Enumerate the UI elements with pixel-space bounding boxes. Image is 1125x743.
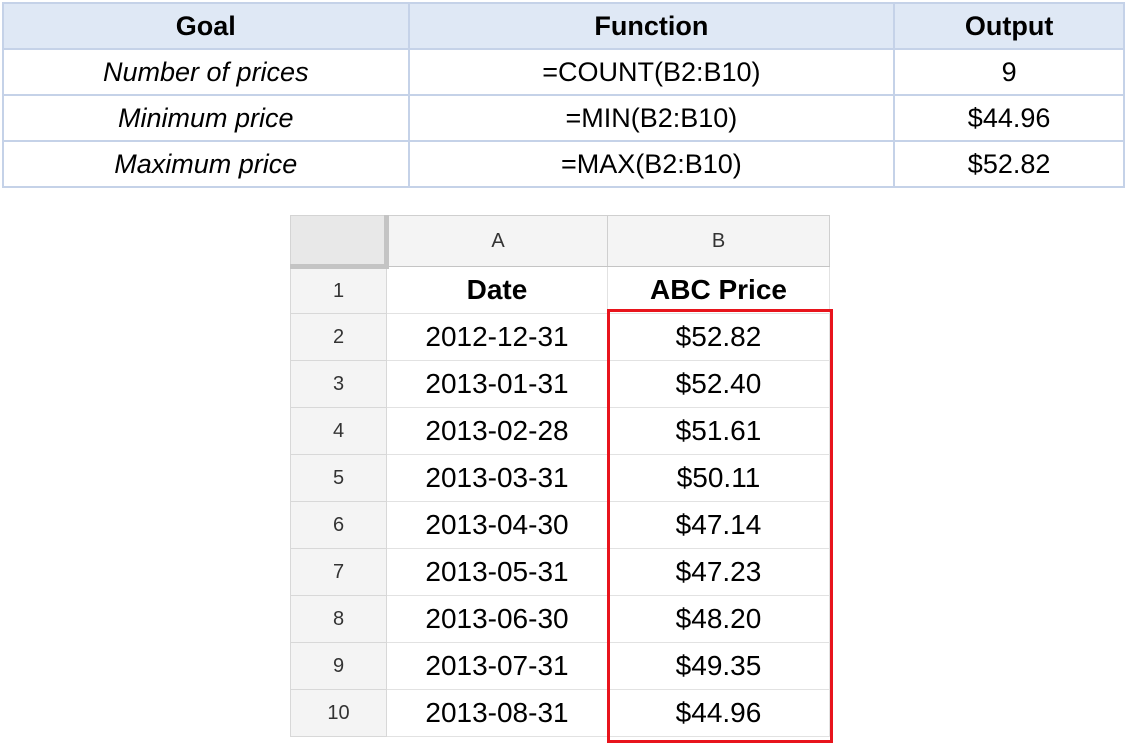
summary-goal-cell: Number of prices bbox=[2, 48, 410, 96]
date-cell[interactable]: 2012-12-31 bbox=[386, 313, 608, 361]
column-header-a[interactable]: A bbox=[386, 215, 608, 267]
column-header-row: A B bbox=[290, 215, 830, 269]
date-cell[interactable]: 2013-05-31 bbox=[386, 548, 608, 596]
summary-header-goal: Goal bbox=[2, 2, 410, 50]
summary-header-output: Output bbox=[893, 2, 1125, 50]
sheet-row: 3 2013-01-31 $52.40 bbox=[290, 360, 830, 408]
price-cell[interactable]: $48.20 bbox=[607, 595, 830, 643]
price-cell[interactable]: $52.40 bbox=[607, 360, 830, 408]
row-header[interactable]: 8 bbox=[290, 595, 387, 643]
cell-b1[interactable]: ABC Price bbox=[607, 266, 830, 314]
sheet-row: 6 2013-04-30 $47.14 bbox=[290, 501, 830, 549]
sheet-row: 7 2013-05-31 $47.23 bbox=[290, 548, 830, 596]
summary-function-cell: =MIN(B2:B10) bbox=[407, 94, 896, 142]
column-header-b[interactable]: B bbox=[607, 215, 830, 267]
date-cell[interactable]: 2013-01-31 bbox=[386, 360, 608, 408]
date-cell[interactable]: 2013-06-30 bbox=[386, 595, 608, 643]
select-all-corner[interactable] bbox=[290, 215, 389, 269]
summary-function-cell: =COUNT(B2:B10) bbox=[407, 48, 896, 96]
price-cell[interactable]: $50.11 bbox=[607, 454, 830, 502]
row-header[interactable]: 7 bbox=[290, 548, 387, 596]
spreadsheet-grid: A B 1 Date ABC Price 2 2012-12-31 $52.82… bbox=[290, 215, 830, 737]
price-cell[interactable]: $52.82 bbox=[607, 313, 830, 361]
sheet-row: 10 2013-08-31 $44.96 bbox=[290, 689, 830, 737]
summary-output-cell: $52.82 bbox=[893, 140, 1125, 188]
summary-row: Minimum price =MIN(B2:B10) $44.96 bbox=[2, 94, 1125, 142]
summary-header-function: Function bbox=[407, 2, 896, 50]
sheet-row: 9 2013-07-31 $49.35 bbox=[290, 642, 830, 690]
sheet-row: 1 Date ABC Price bbox=[290, 266, 830, 314]
summary-row: Maximum price =MAX(B2:B10) $52.82 bbox=[2, 140, 1125, 188]
row-header[interactable]: 2 bbox=[290, 313, 387, 361]
price-cell[interactable]: $47.14 bbox=[607, 501, 830, 549]
summary-goal-cell: Minimum price bbox=[2, 94, 410, 142]
date-cell[interactable]: 2013-04-30 bbox=[386, 501, 608, 549]
summary-row: Number of prices =COUNT(B2:B10) 9 bbox=[2, 48, 1125, 96]
sheet-row: 5 2013-03-31 $50.11 bbox=[290, 454, 830, 502]
summary-function-cell: =MAX(B2:B10) bbox=[407, 140, 896, 188]
row-header[interactable]: 6 bbox=[290, 501, 387, 549]
date-cell[interactable]: 2013-08-31 bbox=[386, 689, 608, 737]
date-cell[interactable]: 2013-07-31 bbox=[386, 642, 608, 690]
sheet-row: 8 2013-06-30 $48.20 bbox=[290, 595, 830, 643]
summary-output-cell: $44.96 bbox=[893, 94, 1125, 142]
price-cell[interactable]: $51.61 bbox=[607, 407, 830, 455]
sheet-row: 2 2012-12-31 $52.82 bbox=[290, 313, 830, 361]
row-header[interactable]: 4 bbox=[290, 407, 387, 455]
row-header[interactable]: 9 bbox=[290, 642, 387, 690]
row-header[interactable]: 1 bbox=[290, 266, 387, 314]
price-cell[interactable]: $44.96 bbox=[607, 689, 830, 737]
row-header[interactable]: 3 bbox=[290, 360, 387, 408]
row-header[interactable]: 5 bbox=[290, 454, 387, 502]
sheet-row: 4 2013-02-28 $51.61 bbox=[290, 407, 830, 455]
cell-a1[interactable]: Date bbox=[386, 266, 608, 314]
summary-header-row: Goal Function Output bbox=[2, 2, 1125, 50]
function-summary-table: Goal Function Output Number of prices =C… bbox=[2, 2, 1125, 188]
date-cell[interactable]: 2013-03-31 bbox=[386, 454, 608, 502]
summary-output-cell: 9 bbox=[893, 48, 1125, 96]
date-cell[interactable]: 2013-02-28 bbox=[386, 407, 608, 455]
price-cell[interactable]: $47.23 bbox=[607, 548, 830, 596]
price-cell[interactable]: $49.35 bbox=[607, 642, 830, 690]
summary-goal-cell: Maximum price bbox=[2, 140, 410, 188]
row-header[interactable]: 10 bbox=[290, 689, 387, 737]
